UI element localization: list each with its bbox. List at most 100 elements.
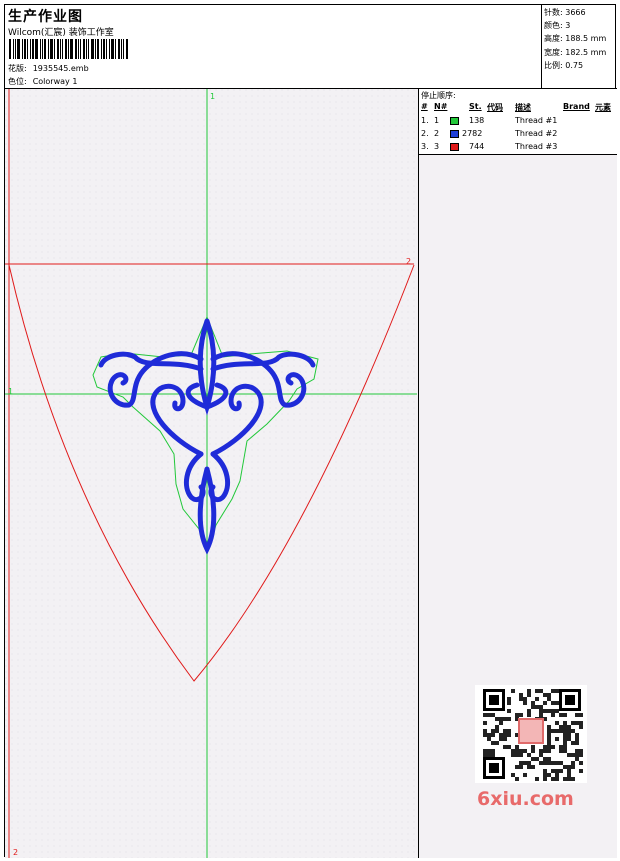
design-file-value: 1935545.emb — [32, 64, 89, 73]
qr-module — [567, 737, 571, 741]
qr-module — [551, 689, 555, 693]
qr-module — [531, 765, 535, 769]
qr-module — [523, 773, 527, 777]
thread-color-swatch — [450, 130, 459, 138]
barcode-bar — [27, 39, 28, 59]
barcode-bar — [42, 39, 43, 59]
barcode-bar — [60, 39, 61, 59]
barcode-bar — [111, 39, 114, 59]
qr-module — [499, 717, 503, 721]
design-scale: 比例: 0.75 — [544, 60, 584, 70]
qr-module — [571, 729, 575, 733]
barcode-bar — [13, 39, 14, 59]
barcode-bar — [35, 39, 38, 59]
qr-module — [491, 729, 495, 733]
qr-module — [491, 749, 495, 753]
qr-module — [567, 729, 571, 733]
qr-module — [559, 769, 563, 773]
row-desc: Thread #3 — [515, 142, 558, 151]
qr-module — [523, 697, 527, 701]
barcode-bar — [15, 39, 16, 59]
barcode-bar — [32, 39, 34, 59]
qr-module — [523, 701, 527, 705]
qr-module — [547, 745, 551, 749]
qr-module — [539, 689, 543, 693]
qr-module — [527, 765, 531, 769]
row-num: 2. — [421, 129, 429, 138]
guide-marker-bottom: 2 — [13, 848, 18, 857]
qr-module — [551, 761, 555, 765]
qr-module — [547, 773, 551, 777]
barcode-bar — [86, 39, 87, 59]
qr-module — [511, 753, 515, 757]
col-n: N# — [434, 102, 448, 111]
qr-module — [547, 733, 551, 737]
qr-module — [559, 745, 563, 749]
design-specs: 针数: 3666 颜色: 3 高度: 188.5 mm 宽度: 182.5 mm… — [542, 5, 617, 89]
studio-name: Wilcom(汇宸) 装饰工作室 — [8, 28, 114, 38]
qr-module — [507, 729, 511, 733]
qr-module — [579, 769, 583, 773]
design-label: 花版: — [8, 64, 27, 73]
barcode-bar — [118, 39, 120, 59]
qr-module — [515, 749, 519, 753]
qr-module — [563, 737, 567, 741]
row-stitches: 744 — [469, 142, 485, 151]
guide-marker-right: 2 — [406, 257, 411, 266]
qr-module — [563, 765, 567, 769]
barcode-bar — [123, 39, 124, 59]
qr-module — [503, 717, 507, 721]
qr-module — [579, 721, 583, 725]
qr-module — [519, 749, 523, 753]
qr-module — [547, 737, 551, 741]
qr-code-graphic — [475, 685, 587, 783]
qr-module — [515, 765, 519, 769]
qr-module — [527, 753, 531, 757]
thread-row: 1. 1 138 Thread #1 — [419, 116, 617, 129]
thread-color-swatch — [450, 117, 459, 125]
qr-module — [519, 765, 523, 769]
barcode-bar — [75, 39, 77, 59]
qr-module — [579, 725, 583, 729]
qr-module — [503, 737, 507, 741]
qr-module — [483, 733, 487, 737]
qr-module — [563, 741, 567, 745]
col-desc: 描述 — [515, 103, 531, 112]
design-preview: 1 1 2 2 — [5, 89, 419, 858]
row-stitches: 2782 — [462, 129, 483, 138]
col-hash: # — [421, 102, 428, 111]
barcode-bar — [95, 39, 96, 59]
qr-module — [555, 773, 559, 777]
qr-module — [507, 717, 511, 721]
qr-module — [483, 713, 487, 717]
qr-module — [567, 733, 571, 737]
qr-module — [563, 745, 567, 749]
col-brand: Brand — [563, 102, 590, 111]
qr-module — [543, 709, 547, 713]
qr-module — [567, 769, 571, 773]
qr-module — [547, 725, 551, 729]
qr-module — [487, 733, 491, 737]
qr-module — [571, 777, 575, 781]
qr-module — [503, 729, 507, 733]
qr-module — [563, 729, 567, 733]
barcode-bar — [80, 39, 81, 59]
barcode-bar — [50, 39, 53, 59]
qr-module — [531, 757, 535, 761]
qr-module — [491, 741, 495, 745]
barcode-bar — [83, 39, 85, 59]
qr-module — [551, 745, 555, 749]
stitch-count: 针数: 3666 — [544, 8, 586, 17]
qr-module — [543, 701, 547, 705]
qr-module — [571, 761, 575, 765]
qr-module — [555, 709, 559, 713]
qr-module — [559, 729, 563, 733]
qr-module — [519, 693, 523, 697]
qr-module — [523, 761, 527, 765]
row-n: 1 — [434, 116, 440, 125]
qr-module — [503, 733, 507, 737]
col-code: 代码 — [487, 103, 503, 112]
col-element: 元素 — [595, 103, 611, 112]
barcode-bar — [101, 39, 102, 59]
qr-module — [507, 745, 511, 749]
